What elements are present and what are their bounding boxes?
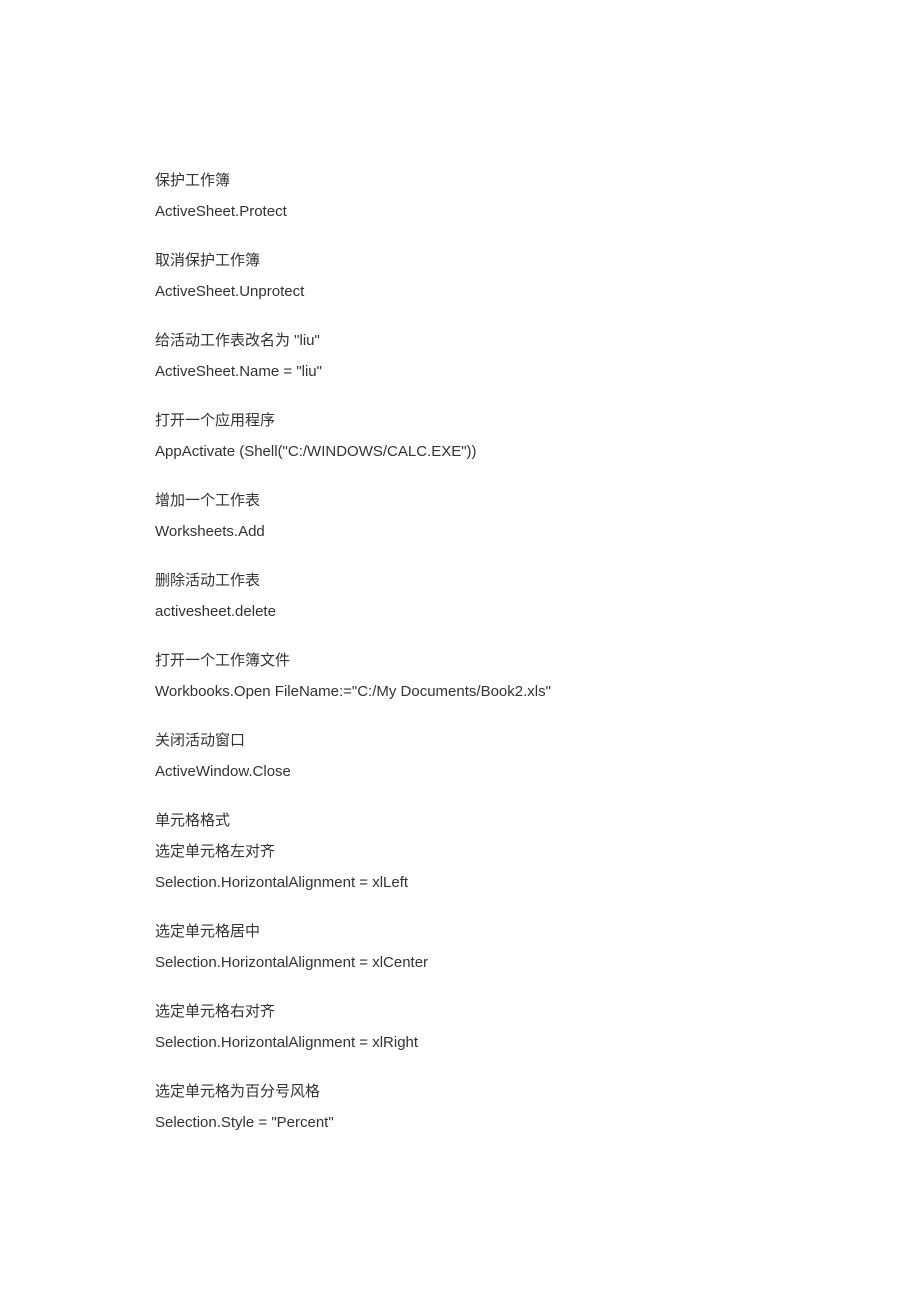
text-line: 打开一个应用程序 (155, 410, 920, 431)
document-content: 保护工作簿 ActiveSheet.Protect 取消保护工作簿 Active… (155, 170, 920, 1133)
text-line: Selection.HorizontalAlignment = xlCenter (155, 952, 920, 973)
code-block: 保护工作簿 ActiveSheet.Protect (155, 170, 920, 222)
code-block: 选定单元格居中 Selection.HorizontalAlignment = … (155, 921, 920, 973)
text-line: 关闭活动窗口 (155, 730, 920, 751)
text-line: 给活动工作表改名为 "liu" (155, 330, 920, 351)
text-line: 保护工作簿 (155, 170, 920, 191)
code-block: 单元格格式 选定单元格左对齐 Selection.HorizontalAlign… (155, 810, 920, 893)
text-line: 单元格格式 (155, 810, 920, 831)
text-line: 删除活动工作表 (155, 570, 920, 591)
text-line: 打开一个工作簿文件 (155, 650, 920, 671)
text-line: Selection.HorizontalAlignment = xlRight (155, 1032, 920, 1053)
text-line: ActiveWindow.Close (155, 761, 920, 782)
text-line: 选定单元格左对齐 (155, 841, 920, 862)
text-line: ActiveSheet.Name = "liu" (155, 361, 920, 382)
text-line: Worksheets.Add (155, 521, 920, 542)
text-line: 增加一个工作表 (155, 490, 920, 511)
text-line: 选定单元格居中 (155, 921, 920, 942)
text-line: ActiveSheet.Protect (155, 201, 920, 222)
code-block: 打开一个工作簿文件 Workbooks.Open FileName:="C:/M… (155, 650, 920, 702)
text-line: activesheet.delete (155, 601, 920, 622)
code-block: 关闭活动窗口 ActiveWindow.Close (155, 730, 920, 782)
text-line: Workbooks.Open FileName:="C:/My Document… (155, 681, 920, 702)
code-block: 选定单元格为百分号风格 Selection.Style = "Percent" (155, 1081, 920, 1133)
code-block: 选定单元格右对齐 Selection.HorizontalAlignment =… (155, 1001, 920, 1053)
text-line: ActiveSheet.Unprotect (155, 281, 920, 302)
code-block: 删除活动工作表 activesheet.delete (155, 570, 920, 622)
text-line: 选定单元格为百分号风格 (155, 1081, 920, 1102)
text-line: 选定单元格右对齐 (155, 1001, 920, 1022)
code-block: 取消保护工作簿 ActiveSheet.Unprotect (155, 250, 920, 302)
text-line: Selection.HorizontalAlignment = xlLeft (155, 872, 920, 893)
code-block: 打开一个应用程序 AppActivate (Shell("C:/WINDOWS/… (155, 410, 920, 462)
text-line: Selection.Style = "Percent" (155, 1112, 920, 1133)
text-line: AppActivate (Shell("C:/WINDOWS/CALC.EXE"… (155, 441, 920, 462)
code-block: 给活动工作表改名为 "liu" ActiveSheet.Name = "liu" (155, 330, 920, 382)
code-block: 增加一个工作表 Worksheets.Add (155, 490, 920, 542)
text-line: 取消保护工作簿 (155, 250, 920, 271)
